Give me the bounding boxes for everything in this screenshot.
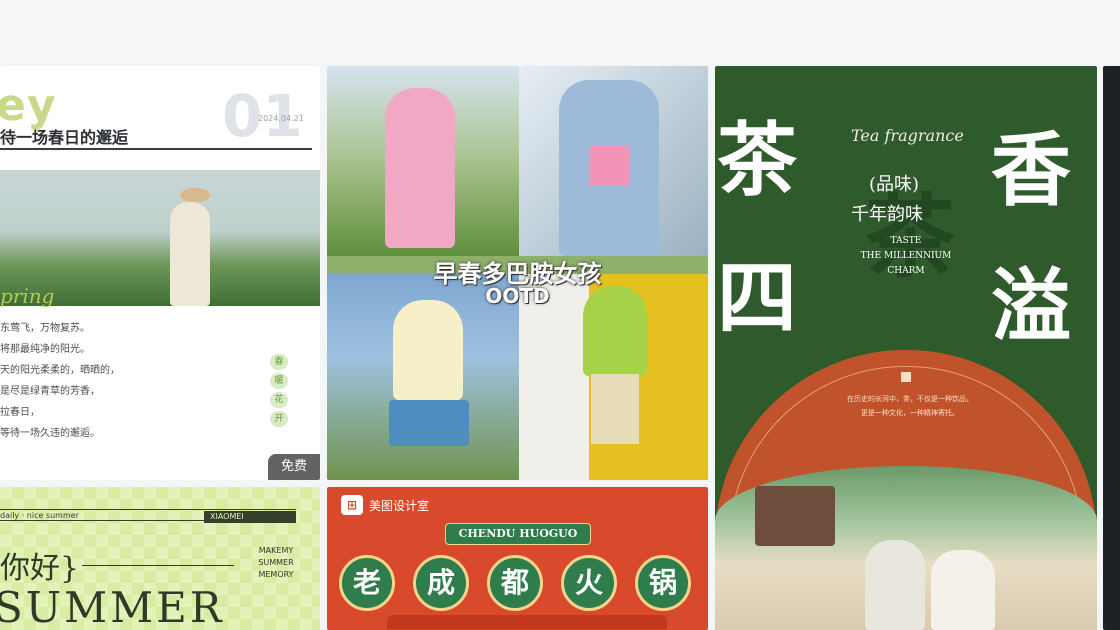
calligraphy-char: 茶 bbox=[717, 113, 797, 207]
side-line: MEMORY bbox=[258, 570, 294, 579]
arch-body-text: 在历史的长河中，茶，不仅是一种饮品， 更是一种文化，一种精神寄托。 bbox=[815, 392, 1005, 420]
side-line: SUMMER bbox=[258, 558, 294, 567]
card-decor-script: pring bbox=[0, 284, 55, 308]
scholar-figure bbox=[931, 550, 995, 630]
skirt bbox=[591, 374, 639, 444]
tag: 暖 bbox=[270, 373, 288, 389]
ribbon-banner: CHENDU HUOGUO bbox=[445, 523, 591, 545]
poem-line: 天的阳光柔柔的，晒晒的， bbox=[0, 365, 120, 376]
tag: 开 bbox=[270, 411, 288, 427]
side-line: MAKEMY bbox=[258, 546, 294, 555]
greeting: 你好} bbox=[0, 551, 80, 586]
title-char-coin: 都 bbox=[487, 555, 543, 611]
meitu-logo-icon: ⊞ bbox=[341, 495, 363, 515]
free-badge: 免费 bbox=[268, 454, 320, 480]
hat-shape bbox=[180, 188, 210, 202]
template-card-summer[interactable]: daily · nice summer XIAOMEI 你好} MAKEMY S… bbox=[0, 487, 320, 630]
poem-line: 将那最纯净的阳光。 bbox=[0, 344, 90, 355]
seal-icon bbox=[901, 372, 911, 382]
bottom-banner bbox=[387, 615, 667, 629]
person-figure bbox=[385, 88, 455, 248]
english-line: TASTE bbox=[890, 236, 922, 246]
tag-column: 春 暖 花 开 bbox=[270, 354, 288, 430]
poem-line: 等待一场久违的邂逅。 bbox=[0, 428, 100, 439]
tag: 花 bbox=[270, 392, 288, 408]
english-title: Tea fragrance bbox=[851, 126, 964, 145]
pavilion-shape bbox=[755, 486, 835, 546]
brand-label: XIAOMEI bbox=[204, 511, 296, 523]
subtitle: (品味) bbox=[869, 174, 920, 195]
title-char-coin: 老 bbox=[339, 555, 395, 611]
mountain-illustration bbox=[715, 466, 1097, 630]
template-card-spring[interactable]: ey 01 2024.04.21 待一场春日的邂逅 pring 东莺飞，万物复苏… bbox=[0, 66, 320, 480]
divider bbox=[82, 565, 234, 566]
poem-text: 东莺飞，万物复苏。 将那最纯净的阳光。 天的阳光柔柔的，晒晒的， 是尽是绿青草的… bbox=[0, 318, 120, 444]
title-char-coin: 火 bbox=[561, 555, 617, 611]
body-line: 在历史的长河中，茶，不仅是一种饮品， bbox=[847, 395, 973, 403]
template-card-partial[interactable] bbox=[1103, 66, 1120, 630]
calligraphy-char: 四 bbox=[717, 251, 797, 345]
divider bbox=[0, 148, 312, 150]
denim-skirt bbox=[389, 400, 469, 446]
poem-line: 是尽是绿青草的芳香， bbox=[0, 386, 100, 397]
scholar-figure bbox=[865, 540, 925, 630]
pink-top bbox=[589, 146, 629, 186]
tag: 春 bbox=[270, 354, 288, 370]
english-line: CHARM bbox=[887, 266, 925, 276]
strip-text: daily · nice summer bbox=[0, 511, 79, 520]
photo-quadrant bbox=[327, 66, 519, 256]
person-figure bbox=[170, 202, 210, 306]
issue-date: 2024.04.21 bbox=[258, 114, 304, 123]
title-char-coin: 成 bbox=[413, 555, 469, 611]
poem-line: 拉春日， bbox=[0, 407, 40, 418]
template-card-hotpot[interactable]: ⊞ 美图设计室 CHENDU HUOGUO 老 成 都 火 锅 bbox=[327, 487, 708, 630]
photo-quadrant bbox=[519, 66, 708, 256]
person-figure bbox=[393, 300, 463, 400]
english-tagline: TASTE THE MILLENNIUM CHARM bbox=[851, 234, 961, 279]
card-title: 待一场春日的邂逅 bbox=[0, 128, 129, 147]
brand-name: 美图设计室 bbox=[369, 499, 430, 513]
calligraphy-char: 香 bbox=[991, 123, 1071, 217]
top-bar bbox=[0, 0, 1120, 64]
card-subheadline: OOTD bbox=[485, 284, 550, 308]
template-card-ootd[interactable]: 早春多巴胺女孩 OOTD bbox=[327, 66, 708, 480]
title-char-coin: 锅 bbox=[635, 555, 691, 611]
tagline: 千年韵味 bbox=[851, 204, 923, 225]
big-word: SUMMER bbox=[0, 583, 225, 630]
template-card-tea[interactable]: 茶 茶 四 香 溢 Tea fragrance (品味) 千年韵味 TASTE … bbox=[715, 66, 1097, 630]
english-line: THE MILLENNIUM bbox=[860, 251, 952, 261]
body-line: 更是一种文化，一种精神寄托。 bbox=[861, 409, 959, 417]
side-text: MAKEMY SUMMER MEMORY bbox=[246, 545, 306, 581]
calligraphy-char: 溢 bbox=[991, 259, 1071, 353]
poem-line: 东莺飞，万物复苏。 bbox=[0, 323, 90, 334]
